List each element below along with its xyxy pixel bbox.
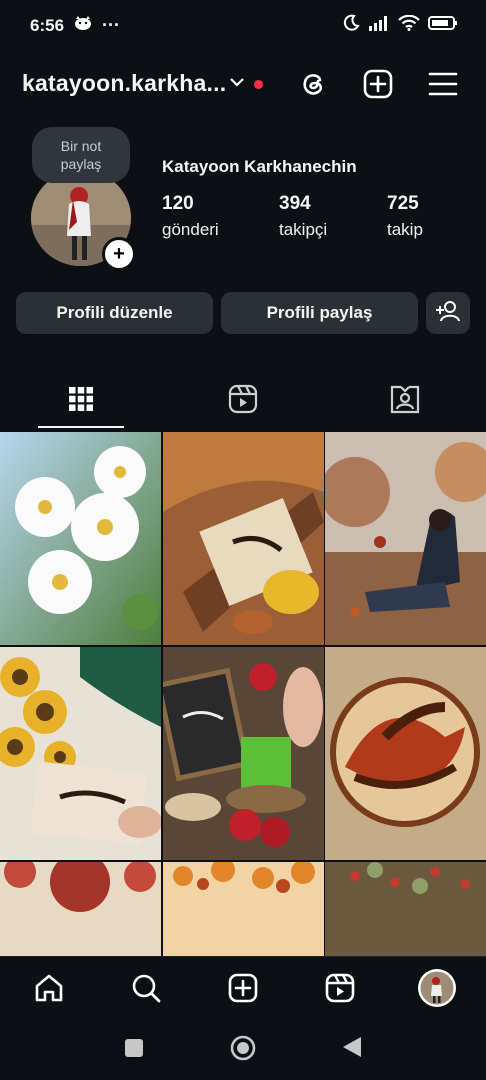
share-profile-button[interactable]: Profili paylaş bbox=[221, 292, 418, 334]
post-thumbnail[interactable] bbox=[163, 432, 324, 645]
signal-icon bbox=[368, 15, 390, 36]
username-switcher[interactable]: katayoon.karkha... bbox=[22, 70, 226, 97]
posts-label[interactable]: gönderi bbox=[162, 220, 219, 240]
threads-icon[interactable] bbox=[296, 67, 330, 101]
add-story-plus-icon[interactable]: + bbox=[102, 237, 136, 271]
status-left-icons: ··· bbox=[74, 15, 120, 36]
post-thumbnail[interactable] bbox=[325, 647, 486, 860]
post-thumbnail[interactable] bbox=[0, 647, 161, 860]
recent-apps-icon[interactable] bbox=[124, 1038, 144, 1063]
chevron-down-icon[interactable] bbox=[229, 74, 245, 95]
create-post-icon[interactable] bbox=[361, 67, 395, 101]
home-icon[interactable] bbox=[29, 968, 69, 1008]
moon-icon bbox=[342, 14, 360, 37]
app-notification-icon bbox=[74, 16, 92, 35]
discover-people-button[interactable] bbox=[426, 292, 470, 334]
search-icon[interactable] bbox=[126, 968, 166, 1008]
posts-grid-icon bbox=[68, 386, 94, 417]
tagged-icon bbox=[390, 384, 420, 419]
post-thumbnail[interactable] bbox=[163, 647, 324, 860]
post-thumbnail[interactable] bbox=[0, 432, 161, 645]
home-button-icon[interactable] bbox=[230, 1035, 256, 1066]
edit-profile-button[interactable]: Profili düzenle bbox=[16, 292, 213, 334]
battery-icon bbox=[428, 15, 458, 36]
note-bubble[interactable]: Bir not paylaş bbox=[32, 127, 130, 183]
back-icon[interactable] bbox=[342, 1036, 362, 1063]
tab-tagged[interactable] bbox=[325, 373, 485, 429]
reels-nav-icon[interactable] bbox=[320, 968, 360, 1008]
following-count[interactable]: 725 bbox=[387, 193, 419, 215]
notification-dot bbox=[254, 80, 263, 89]
profile-nav-avatar[interactable] bbox=[417, 968, 457, 1008]
posts-count[interactable]: 120 bbox=[162, 193, 194, 215]
post-thumbnail[interactable] bbox=[325, 432, 486, 645]
status-time: 6:56 bbox=[30, 16, 65, 35]
status-right-icons bbox=[342, 14, 458, 37]
reels-icon bbox=[228, 384, 258, 419]
add-person-icon bbox=[436, 300, 460, 327]
following-label[interactable]: takip bbox=[387, 220, 423, 240]
active-tab-indicator bbox=[38, 426, 124, 428]
note-text-line1: Bir not bbox=[60, 138, 102, 154]
tab-posts[interactable] bbox=[1, 373, 161, 429]
followers-count[interactable]: 394 bbox=[279, 193, 311, 215]
followers-label[interactable]: takipçi bbox=[279, 220, 327, 240]
menu-icon[interactable] bbox=[426, 67, 460, 101]
more-notifications: ··· bbox=[102, 15, 120, 35]
wifi-icon bbox=[398, 14, 420, 36]
full-name: Katayoon Karkhanechin bbox=[162, 157, 357, 176]
note-text-line2: paylaş bbox=[60, 156, 102, 172]
tab-reels[interactable] bbox=[163, 373, 323, 429]
create-icon[interactable] bbox=[223, 968, 263, 1008]
